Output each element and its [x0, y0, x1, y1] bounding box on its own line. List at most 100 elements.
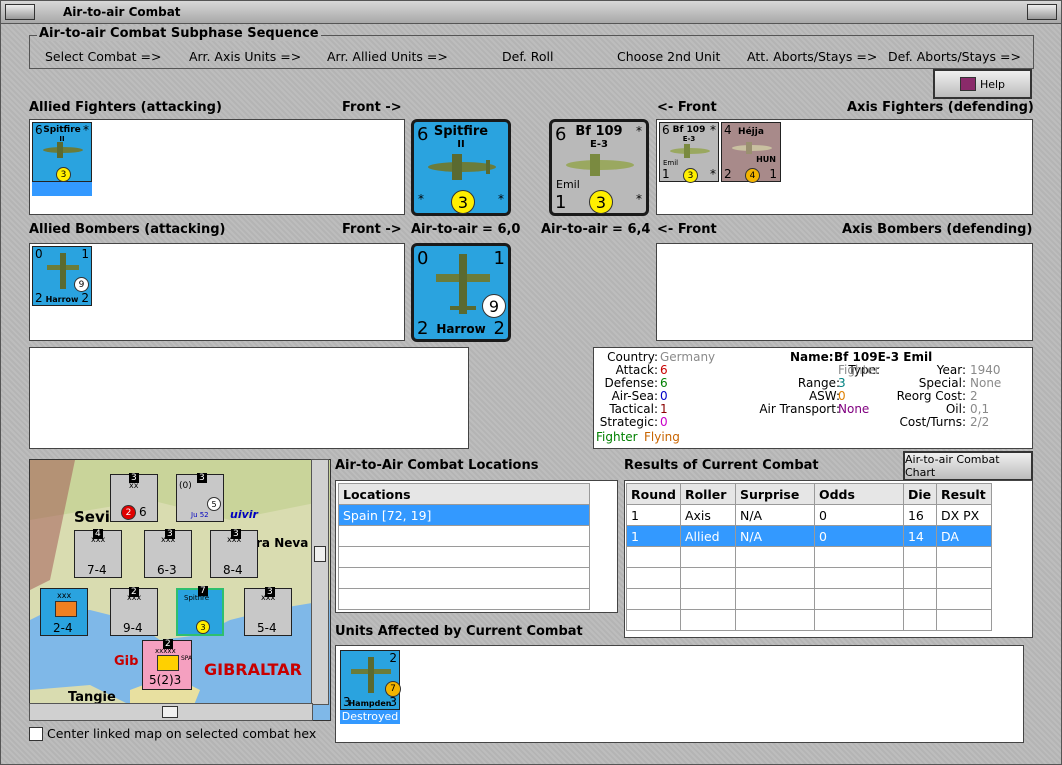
- spitfire-counter-large[interactable]: 6 Spitfire II 3 * *: [411, 119, 511, 216]
- airsea-value: 0: [660, 389, 668, 403]
- map-vertical-thumb[interactable]: [314, 546, 326, 562]
- unit-name-value: Bf 109E-3 Emil: [834, 350, 933, 364]
- harrow-counter-large[interactable]: 0 1 9 2 Harrow 2: [411, 243, 511, 342]
- allied-a2a-value: Air-to-air = 6,0: [411, 222, 521, 237]
- front-left-label-2: <- Front: [657, 222, 717, 237]
- map-unit-2-4[interactable]: xxx 2-4: [40, 588, 88, 636]
- seq-step-def-aborts: Def. Aborts/Stays =>: [888, 49, 1021, 64]
- air-combat-window: Air-to-air Combat Air-to-air Combat Subp…: [0, 0, 1062, 765]
- attack-value: 6: [660, 363, 668, 377]
- oil-value: 0,1: [970, 402, 990, 416]
- table-row[interactable]: [626, 588, 992, 610]
- type-value: Fighter: [838, 363, 880, 377]
- selection-highlight: [32, 182, 92, 196]
- table-row[interactable]: [338, 546, 590, 568]
- status-fighter: Fighter: [596, 430, 638, 444]
- seq-step-select-combat: Select Combat =>: [45, 49, 162, 64]
- spitfire-counter-small[interactable]: 6 Spitfire II 3 *: [32, 122, 92, 182]
- map-horizontal-scrollbar[interactable]: [29, 703, 313, 721]
- front-right-label-2: Front ->: [342, 222, 402, 237]
- results-panel: Round Roller Surprise Odds Die Result 1A…: [624, 480, 1033, 638]
- fighter-plane-icon: [566, 154, 634, 176]
- allied-bombers-panel[interactable]: 0 1 9 2 Harrow 2: [29, 243, 405, 341]
- title-bar[interactable]: Air-to-air Combat: [1, 1, 1061, 24]
- special-value: None: [970, 376, 1002, 390]
- results-title: Results of Current Combat: [624, 458, 819, 473]
- map-unit-hq[interactable]: 3 xx 6 2: [110, 473, 158, 522]
- bf109-counter-small[interactable]: 6 Bf 109 E-3 * Emil 1 3 *: [659, 122, 719, 183]
- axis-a2a-value: Air-to-air = 6,4: [541, 222, 651, 237]
- allied-fighters-label: Allied Fighters (attacking): [29, 100, 222, 115]
- table-row[interactable]: 1 Axis N/A 0 16 DX PX: [626, 504, 992, 526]
- map-unit-9-4[interactable]: 2 xxx 9-4: [110, 587, 158, 636]
- combat-chart-button[interactable]: Air-to-air Combat Chart: [903, 451, 1033, 481]
- map-unit-6-3[interactable]: 3 xxx 6-3: [144, 529, 192, 578]
- seq-step-arr-allied: Arr. Allied Units =>: [327, 49, 448, 64]
- seq-step-arr-axis: Arr. Axis Units =>: [189, 49, 302, 64]
- close-window-button[interactable]: [1027, 4, 1057, 20]
- strategic-value: 0: [660, 415, 668, 429]
- map-unit-spitfire[interactable]: 7 Spitfire 3: [176, 586, 224, 636]
- sequence-title: Air-to-air Combat Subphase Sequence: [37, 26, 321, 41]
- harrow-counter-small[interactable]: 0 1 9 2 Harrow 2: [32, 246, 92, 306]
- bf109-counter-large[interactable]: 6 Bf 109 E-3 * Emil 1 3 *: [549, 119, 649, 216]
- seq-step-def-roll: Def. Roll: [502, 49, 554, 64]
- message-panel: [29, 347, 469, 449]
- seq-step-att-aborts: Att. Aborts/Stays =>: [747, 49, 878, 64]
- affected-title: Units Affected by Current Combat: [335, 624, 583, 639]
- fighter-plane-icon: [43, 142, 83, 158]
- map-unit-8-4[interactable]: 3 xxx 8-4: [210, 529, 258, 578]
- table-row[interactable]: [626, 567, 992, 589]
- axis-bombers-label: Axis Bombers (defending): [842, 222, 1033, 237]
- map-unit-5-2-3[interactable]: 2 xxxxx 5(2)3 SPA: [142, 639, 192, 690]
- locations-header: Locations: [338, 483, 590, 505]
- fighter-plane-icon: [428, 154, 496, 180]
- locations-title: Air-to-Air Combat Locations: [335, 458, 539, 473]
- unit-info-panel: Country: Germany Attack: 6 Defense: 6 Ai…: [593, 347, 1033, 449]
- biplane-icon: [732, 142, 772, 154]
- help-button[interactable]: Help: [933, 69, 1032, 99]
- reorg-value: 2: [970, 389, 978, 403]
- linked-map[interactable]: Sevi ra Neva uivir Gib GIBRALTAR Tangie …: [29, 459, 331, 721]
- defense-value: 6: [660, 376, 668, 390]
- cost-turns-value: 2/2: [970, 415, 990, 429]
- range-value: 3: [838, 376, 846, 390]
- results-table: Round Roller Surprise Odds Die Result 1A…: [626, 483, 992, 631]
- window-title: Air-to-air Combat: [63, 5, 181, 19]
- table-row[interactable]: [338, 588, 590, 610]
- fighter-plane-icon: [670, 144, 710, 158]
- center-map-label: Center linked map on selected combat hex: [47, 726, 317, 741]
- table-row[interactable]: [626, 609, 992, 631]
- hejja-counter-small[interactable]: 4 Héjja HUN 2 4 1: [721, 122, 781, 183]
- status-flying: Flying: [644, 430, 680, 444]
- axis-fighters-panel[interactable]: 6 Bf 109 E-3 * Emil 1 3 * 4 Héjja HUN 2 …: [656, 119, 1033, 215]
- front-right-label-1: Front ->: [342, 100, 402, 115]
- tactical-value: 1: [660, 402, 668, 416]
- table-row[interactable]: 1 Allied N/A 0 14 DA: [626, 525, 992, 547]
- unit-type-icon: [55, 601, 77, 617]
- table-row[interactable]: [626, 546, 992, 568]
- table-row[interactable]: Spain [72, 19]: [338, 504, 590, 526]
- axis-bombers-panel[interactable]: [656, 243, 1033, 341]
- map-unit-5-4[interactable]: 3 xxx 5-4: [244, 587, 292, 636]
- help-book-icon: [959, 77, 976, 91]
- air-transport-value: None: [838, 402, 870, 416]
- locations-table: Locations Spain [72, 19]: [338, 483, 590, 610]
- center-map-checkbox[interactable]: [29, 727, 43, 741]
- table-row[interactable]: [338, 567, 590, 589]
- map-unit-ju52[interactable]: 3 (0) Ju 52 5: [176, 473, 224, 522]
- destroyed-status: Destroyed: [340, 710, 400, 724]
- system-menu-button[interactable]: [5, 4, 35, 20]
- allied-bombers-label: Allied Bombers (attacking): [29, 222, 226, 237]
- allied-fighters-panel[interactable]: 6 Spitfire II 3 *: [29, 119, 405, 215]
- affected-units-panel: 2 7 3 Hampden 3 Destroyed: [335, 645, 1024, 743]
- unit-type-icon: [157, 655, 179, 671]
- table-row[interactable]: [338, 525, 590, 547]
- map-vertical-scrollbar[interactable]: [311, 459, 329, 705]
- year-value: 1940: [970, 363, 1001, 377]
- country-value: Germany: [660, 350, 716, 364]
- hampden-counter[interactable]: 2 7 3 Hampden 3: [340, 650, 401, 710]
- map-horizontal-thumb[interactable]: [162, 706, 178, 718]
- map-unit-7-4[interactable]: 4 xxx 7-4: [74, 529, 122, 578]
- front-left-label-1: <- Front: [657, 100, 717, 115]
